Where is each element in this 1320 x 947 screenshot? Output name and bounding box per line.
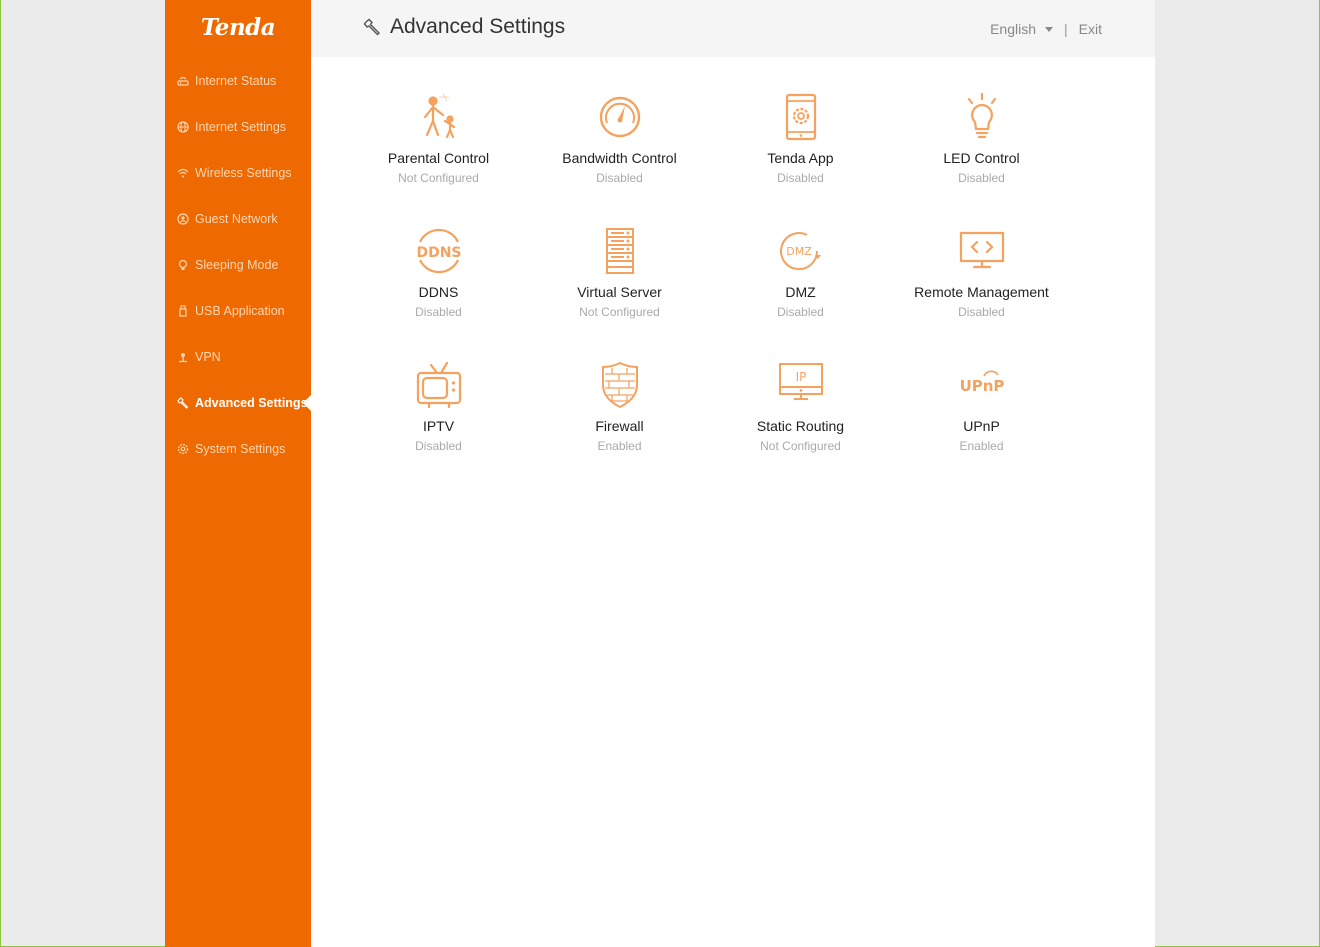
feature-tile-iptv[interactable]: IPTV Disabled bbox=[348, 360, 529, 494]
feature-tile-parental-control[interactable]: Parental Control Not Configured bbox=[348, 92, 529, 226]
server-rack-icon bbox=[595, 226, 645, 276]
feature-status: Disabled bbox=[596, 171, 643, 185]
feature-name: DMZ bbox=[785, 284, 816, 300]
page-title-text: Advanced Settings bbox=[390, 15, 566, 38]
feature-status: Disabled bbox=[777, 305, 824, 319]
phone-gear-icon bbox=[776, 92, 826, 142]
header-bar: Advanced Settings English | Exit bbox=[311, 0, 1155, 57]
wrench-icon bbox=[177, 397, 189, 409]
feature-status: Disabled bbox=[415, 305, 462, 319]
feature-status: Disabled bbox=[958, 171, 1005, 185]
feature-tile-remote-management[interactable]: Remote Management Disabled bbox=[891, 226, 1072, 360]
feature-tile-firewall[interactable]: Firewall Enabled bbox=[529, 360, 710, 494]
feature-status: Enabled bbox=[597, 439, 642, 453]
sidebar-item-label: Internet Status bbox=[195, 74, 277, 88]
sidebar-item-label: Internet Settings bbox=[195, 120, 287, 134]
gear-icon bbox=[177, 443, 189, 455]
globe-icon bbox=[177, 121, 189, 133]
frame-border-left bbox=[0, 0, 1, 947]
feature-grid: Parental Control Not Configured Bandwidt… bbox=[348, 92, 1108, 494]
language-select[interactable]: English bbox=[990, 21, 1054, 37]
feature-name: Firewall bbox=[595, 418, 644, 434]
sidebar-item-label: System Settings bbox=[195, 442, 286, 456]
feature-name: IPTV bbox=[422, 418, 455, 434]
ip-monitor-icon: IP bbox=[776, 360, 826, 410]
tv-icon bbox=[414, 360, 464, 410]
usb-icon bbox=[177, 305, 189, 317]
sidebar-item-label: Wireless Settings bbox=[195, 166, 292, 180]
feature-tile-dmz[interactable]: DMZ DMZ Disabled bbox=[710, 226, 891, 360]
upnp-icon: UPnP bbox=[957, 360, 1007, 410]
sidebar-item-label: Advanced Settings bbox=[195, 396, 308, 410]
sidebar-item-advanced-settings[interactable]: Advanced Settings bbox=[165, 380, 311, 426]
ddns-icon: DDNS bbox=[414, 226, 464, 276]
sidebar-item-internet-status[interactable]: Internet Status bbox=[165, 58, 311, 104]
header-actions: English | Exit bbox=[990, 21, 1102, 37]
language-value: English bbox=[990, 21, 1037, 37]
feature-status: Not Configured bbox=[760, 439, 841, 453]
wrench-icon bbox=[363, 18, 381, 36]
feature-name: UPnP bbox=[963, 418, 1000, 434]
sidebar-nav: Internet Status Internet Settings Wirele… bbox=[165, 58, 311, 472]
sidebar: Tenda Internet Status Internet Settings … bbox=[165, 0, 311, 947]
feature-name: Remote Management bbox=[914, 284, 1049, 300]
monitor-code-icon bbox=[957, 226, 1007, 276]
sidebar-item-internet-settings[interactable]: Internet Settings bbox=[165, 104, 311, 150]
sidebar-item-label: Sleeping Mode bbox=[195, 258, 279, 272]
header-separator: | bbox=[1064, 21, 1068, 37]
router-icon bbox=[177, 75, 189, 87]
sidebar-item-guest-network[interactable]: Guest Network bbox=[165, 196, 311, 242]
feature-tile-static-routing[interactable]: IP Static Routing Not Configured bbox=[710, 360, 891, 494]
sidebar-item-wireless-settings[interactable]: Wireless Settings bbox=[165, 150, 311, 196]
chevron-down-icon bbox=[1045, 26, 1054, 32]
dmz-icon-text: DMZ bbox=[786, 245, 812, 258]
feature-tile-ddns[interactable]: DDNS DDNS Disabled bbox=[348, 226, 529, 360]
wifi-icon bbox=[177, 167, 189, 179]
dmz-icon: DMZ bbox=[776, 226, 826, 276]
feature-tile-virtual-server[interactable]: Virtual Server Not Configured bbox=[529, 226, 710, 360]
sidebar-item-vpn[interactable]: VPN bbox=[165, 334, 311, 380]
feature-name: Static Routing bbox=[756, 418, 845, 434]
sidebar-item-label: VPN bbox=[195, 350, 221, 364]
exit-link[interactable]: Exit bbox=[1079, 21, 1102, 37]
guest-network-icon bbox=[177, 213, 189, 225]
feature-status: Disabled bbox=[415, 439, 462, 453]
feature-name: DDNS bbox=[418, 284, 459, 300]
sidebar-item-label: Guest Network bbox=[195, 212, 278, 226]
feature-name: Bandwidth Control bbox=[562, 150, 677, 166]
ip-icon-text: IP bbox=[795, 370, 806, 384]
sidebar-item-label: USB Application bbox=[195, 304, 285, 318]
feature-name: Virtual Server bbox=[577, 284, 662, 300]
feature-tile-led-control[interactable]: LED Control Disabled bbox=[891, 92, 1072, 226]
feature-name: Parental Control bbox=[387, 150, 490, 166]
upnp-icon-text: UPnP bbox=[959, 377, 1004, 395]
tenda-logo[interactable]: Tenda bbox=[165, 14, 311, 41]
feature-status: Disabled bbox=[777, 171, 824, 185]
ddns-icon-text: DDNS bbox=[416, 245, 461, 261]
vpn-icon bbox=[177, 351, 189, 363]
main-panel: Advanced Settings English | Exit Parenta… bbox=[311, 0, 1155, 947]
feature-tile-bandwidth-control[interactable]: Bandwidth Control Disabled bbox=[529, 92, 710, 226]
bulb-icon bbox=[177, 259, 189, 271]
feature-status: Not Configured bbox=[579, 305, 660, 319]
parental-control-icon bbox=[414, 92, 464, 142]
shield-icon bbox=[595, 360, 645, 410]
bandwidth-gauge-icon bbox=[595, 92, 645, 142]
feature-status: Disabled bbox=[958, 305, 1005, 319]
sidebar-item-usb-application[interactable]: USB Application bbox=[165, 288, 311, 334]
sidebar-item-system-settings[interactable]: System Settings bbox=[165, 426, 311, 472]
feature-name: Tenda App bbox=[767, 150, 834, 166]
feature-tile-upnp[interactable]: UPnP UPnP Enabled bbox=[891, 360, 1072, 494]
page-title: Advanced Settings bbox=[363, 15, 565, 39]
sidebar-item-sleeping-mode[interactable]: Sleeping Mode bbox=[165, 242, 311, 288]
feature-tile-tenda-app[interactable]: Tenda App Disabled bbox=[710, 92, 891, 226]
feature-status: Enabled bbox=[959, 439, 1004, 453]
feature-name: LED Control bbox=[943, 150, 1020, 166]
led-bulb-icon bbox=[957, 92, 1007, 142]
feature-status: Not Configured bbox=[398, 171, 479, 185]
